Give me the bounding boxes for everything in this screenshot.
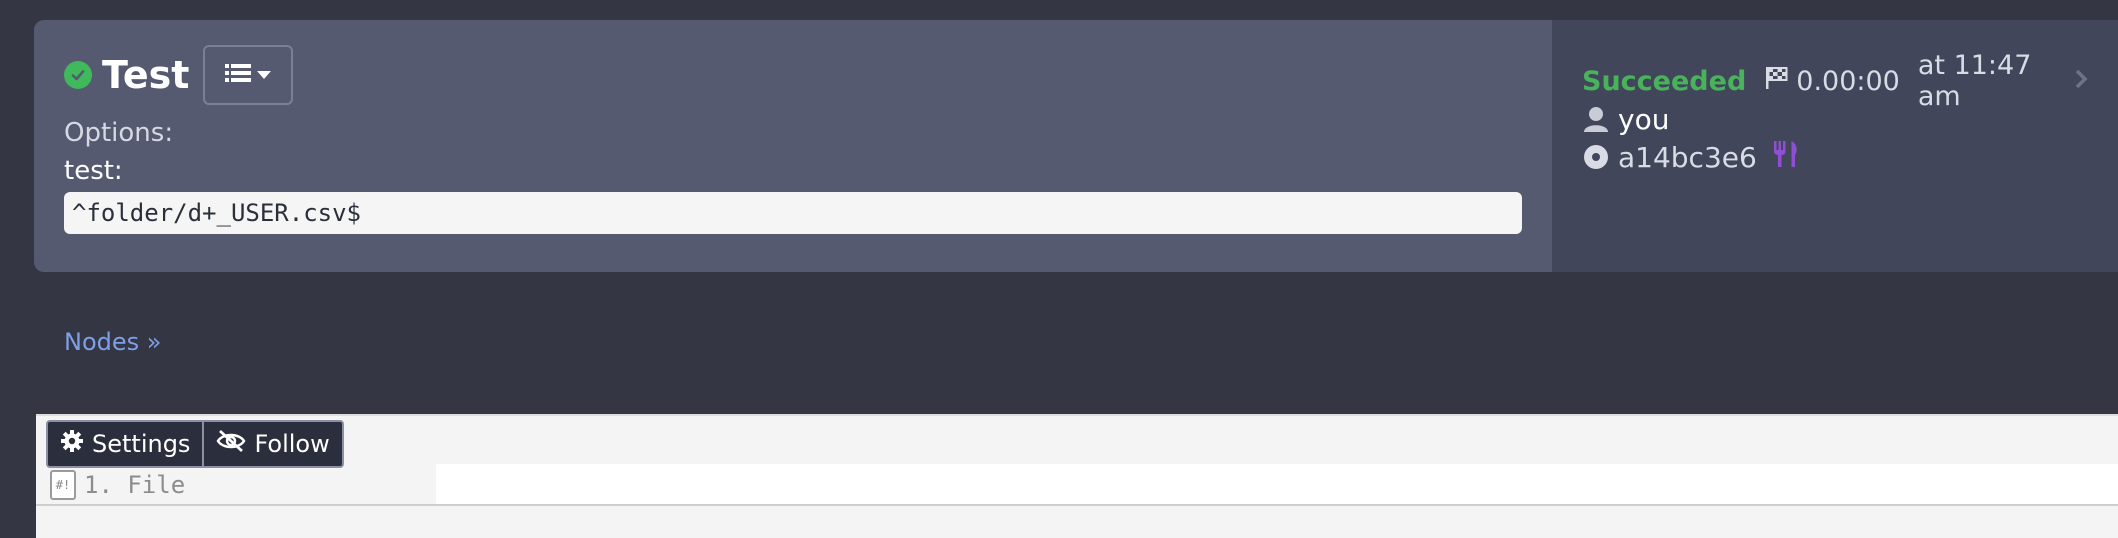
log-output: Settings Follow #! 1. File: [36, 414, 2118, 538]
chevron-right-icon[interactable]: [2074, 66, 2088, 97]
status-line: Succeeded 0.00:00 at 11:47 am: [1582, 50, 2088, 112]
job-title: Test: [102, 53, 190, 97]
commit-id: a14bc3e6: [1618, 140, 1757, 174]
commit-row: a14bc3e6: [1582, 138, 2088, 176]
log-line: #! 1. File: [50, 468, 185, 502]
eye-slash-icon: [216, 429, 246, 459]
gear-icon: [60, 429, 84, 459]
log-line-label: 1. File: [84, 471, 186, 499]
log-toolbar: Settings Follow: [46, 420, 344, 468]
title-row: Test: [64, 44, 1522, 106]
execution-summary: Succeeded 0.00:00 at 11:47 am you a14bc3…: [1552, 20, 2118, 272]
options-label: Options:: [64, 118, 174, 148]
follow-button[interactable]: Follow: [204, 422, 341, 466]
settings-label: Settings: [92, 430, 191, 458]
nodes-link[interactable]: Nodes »: [64, 328, 161, 356]
option-name: test:: [64, 156, 123, 186]
job-menu-button[interactable]: [203, 45, 294, 105]
check-circle-icon: [64, 61, 92, 89]
divider: [36, 504, 2118, 506]
execution-main: Test Options: test: ^folder/d+_USER.csv$: [34, 20, 1552, 272]
execution-panel: Test Options: test: ^folder/d+_USER.csv$…: [34, 20, 2118, 272]
option-value: ^folder/d+_USER.csv$: [64, 192, 1522, 234]
duration: 0.00:00: [1796, 65, 1900, 97]
log-line-content: [436, 464, 2118, 504]
disc-icon: [1582, 143, 1610, 171]
follow-label: Follow: [254, 430, 330, 458]
list-icon: [225, 62, 252, 88]
user-name: you: [1618, 102, 1670, 136]
settings-button[interactable]: Settings: [48, 422, 202, 466]
user-icon: [1582, 105, 1610, 133]
status-badge: Succeeded: [1582, 65, 1747, 97]
fork-knife-icon: [1771, 139, 1801, 176]
file-icon[interactable]: #!: [50, 470, 76, 500]
finish-time: at 11:47 am: [1917, 50, 2032, 112]
caret-down-icon: [257, 71, 272, 79]
flag-icon: [1764, 65, 1790, 98]
